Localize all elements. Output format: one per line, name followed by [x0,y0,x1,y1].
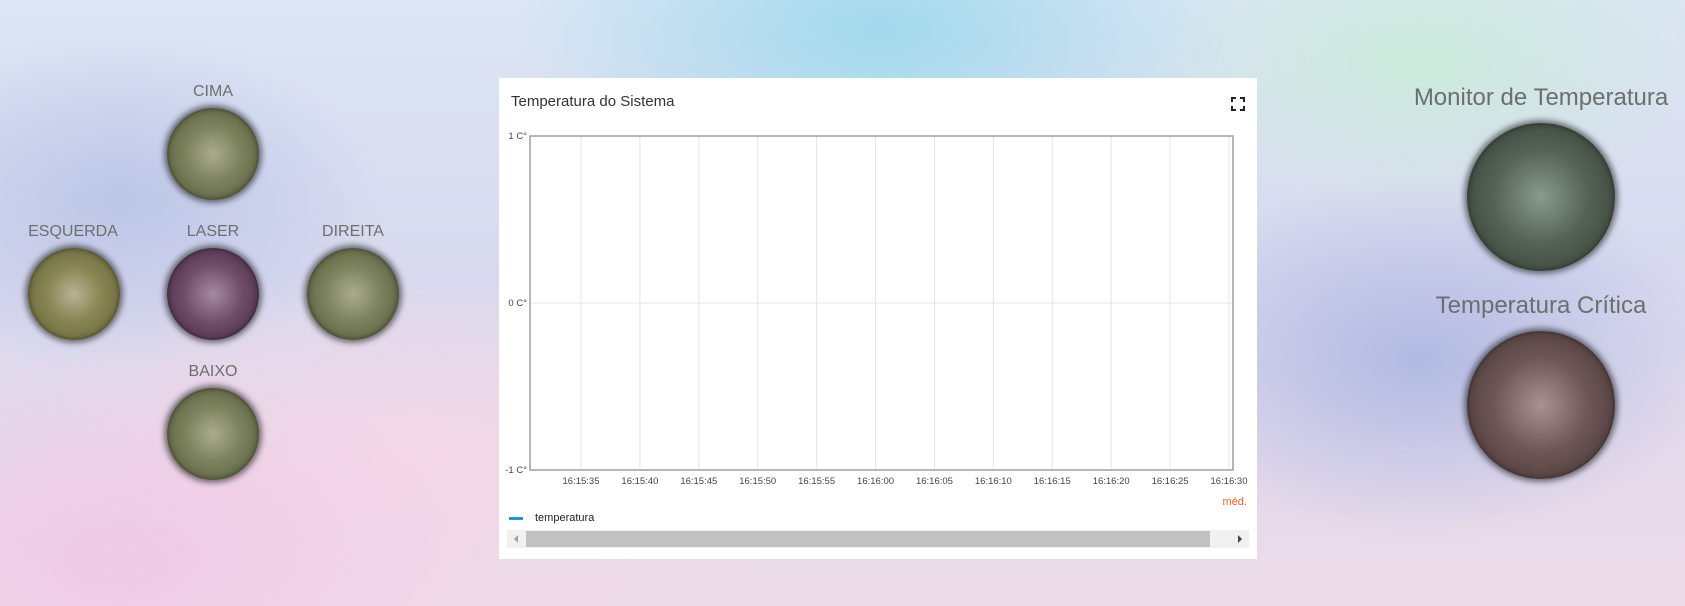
down-button-label: BAIXO [188,363,238,380]
x-tick-label: 16:16:20 [1093,476,1130,487]
y-tick-label: -1 C° [505,465,527,476]
x-tick-label: 16:16:00 [857,476,894,487]
x-tick-label: 16:16:10 [975,476,1012,487]
x-tick-label: 16:15:40 [621,476,658,487]
temperature-monitor-indicator [1467,123,1615,271]
temperature-chart-panel: Temperatura do Sistema 16:15:35 16:15:40 1… [499,78,1257,559]
temperature-monitor-label: Monitor de Temperatura [1413,84,1669,111]
chart-scrollbar[interactable] [507,530,1249,548]
x-tick-label: 16:16:15 [1034,476,1071,487]
scroll-thumb[interactable] [526,531,1210,547]
left-button[interactable] [28,248,120,340]
right-button-label: DIREITA [322,223,384,240]
laser-button-label: LASER [186,223,240,240]
x-tick-label: 16:16:30 [1211,476,1248,487]
critical-temperature-label: Temperatura Crítica [1435,292,1647,319]
scroll-right-icon[interactable] [1231,530,1249,548]
critical-temperature-indicator [1467,331,1615,479]
right-button[interactable] [307,248,399,340]
aggregation-label: méd. [1222,496,1247,508]
laser-button[interactable] [167,248,259,340]
temperature-line-chart: 16:15:35 16:15:40 16:15:45 16:15:50 16:15:55… [505,131,1248,487]
legend-series-label: temperatura [535,512,595,524]
up-button[interactable] [167,108,259,200]
scroll-left-icon[interactable] [507,530,525,548]
y-tick-label: 1 C° [508,131,527,142]
x-tick-label: 16:16:05 [916,476,953,487]
x-tick-label: 16:15:50 [739,476,776,487]
left-button-label: ESQUERDA [28,223,118,240]
x-tick-label: 16:15:55 [798,476,835,487]
y-tick-label: 0 C° [508,298,527,309]
x-tick-label: 16:15:45 [680,476,717,487]
legend-swatch [509,516,523,520]
x-tick-label: 16:16:25 [1152,476,1189,487]
down-button[interactable] [167,388,259,480]
chart-legend[interactable]: temperatura [509,512,594,524]
up-button-label: CIMA [193,83,233,100]
x-tick-label: 16:15:35 [563,476,600,487]
